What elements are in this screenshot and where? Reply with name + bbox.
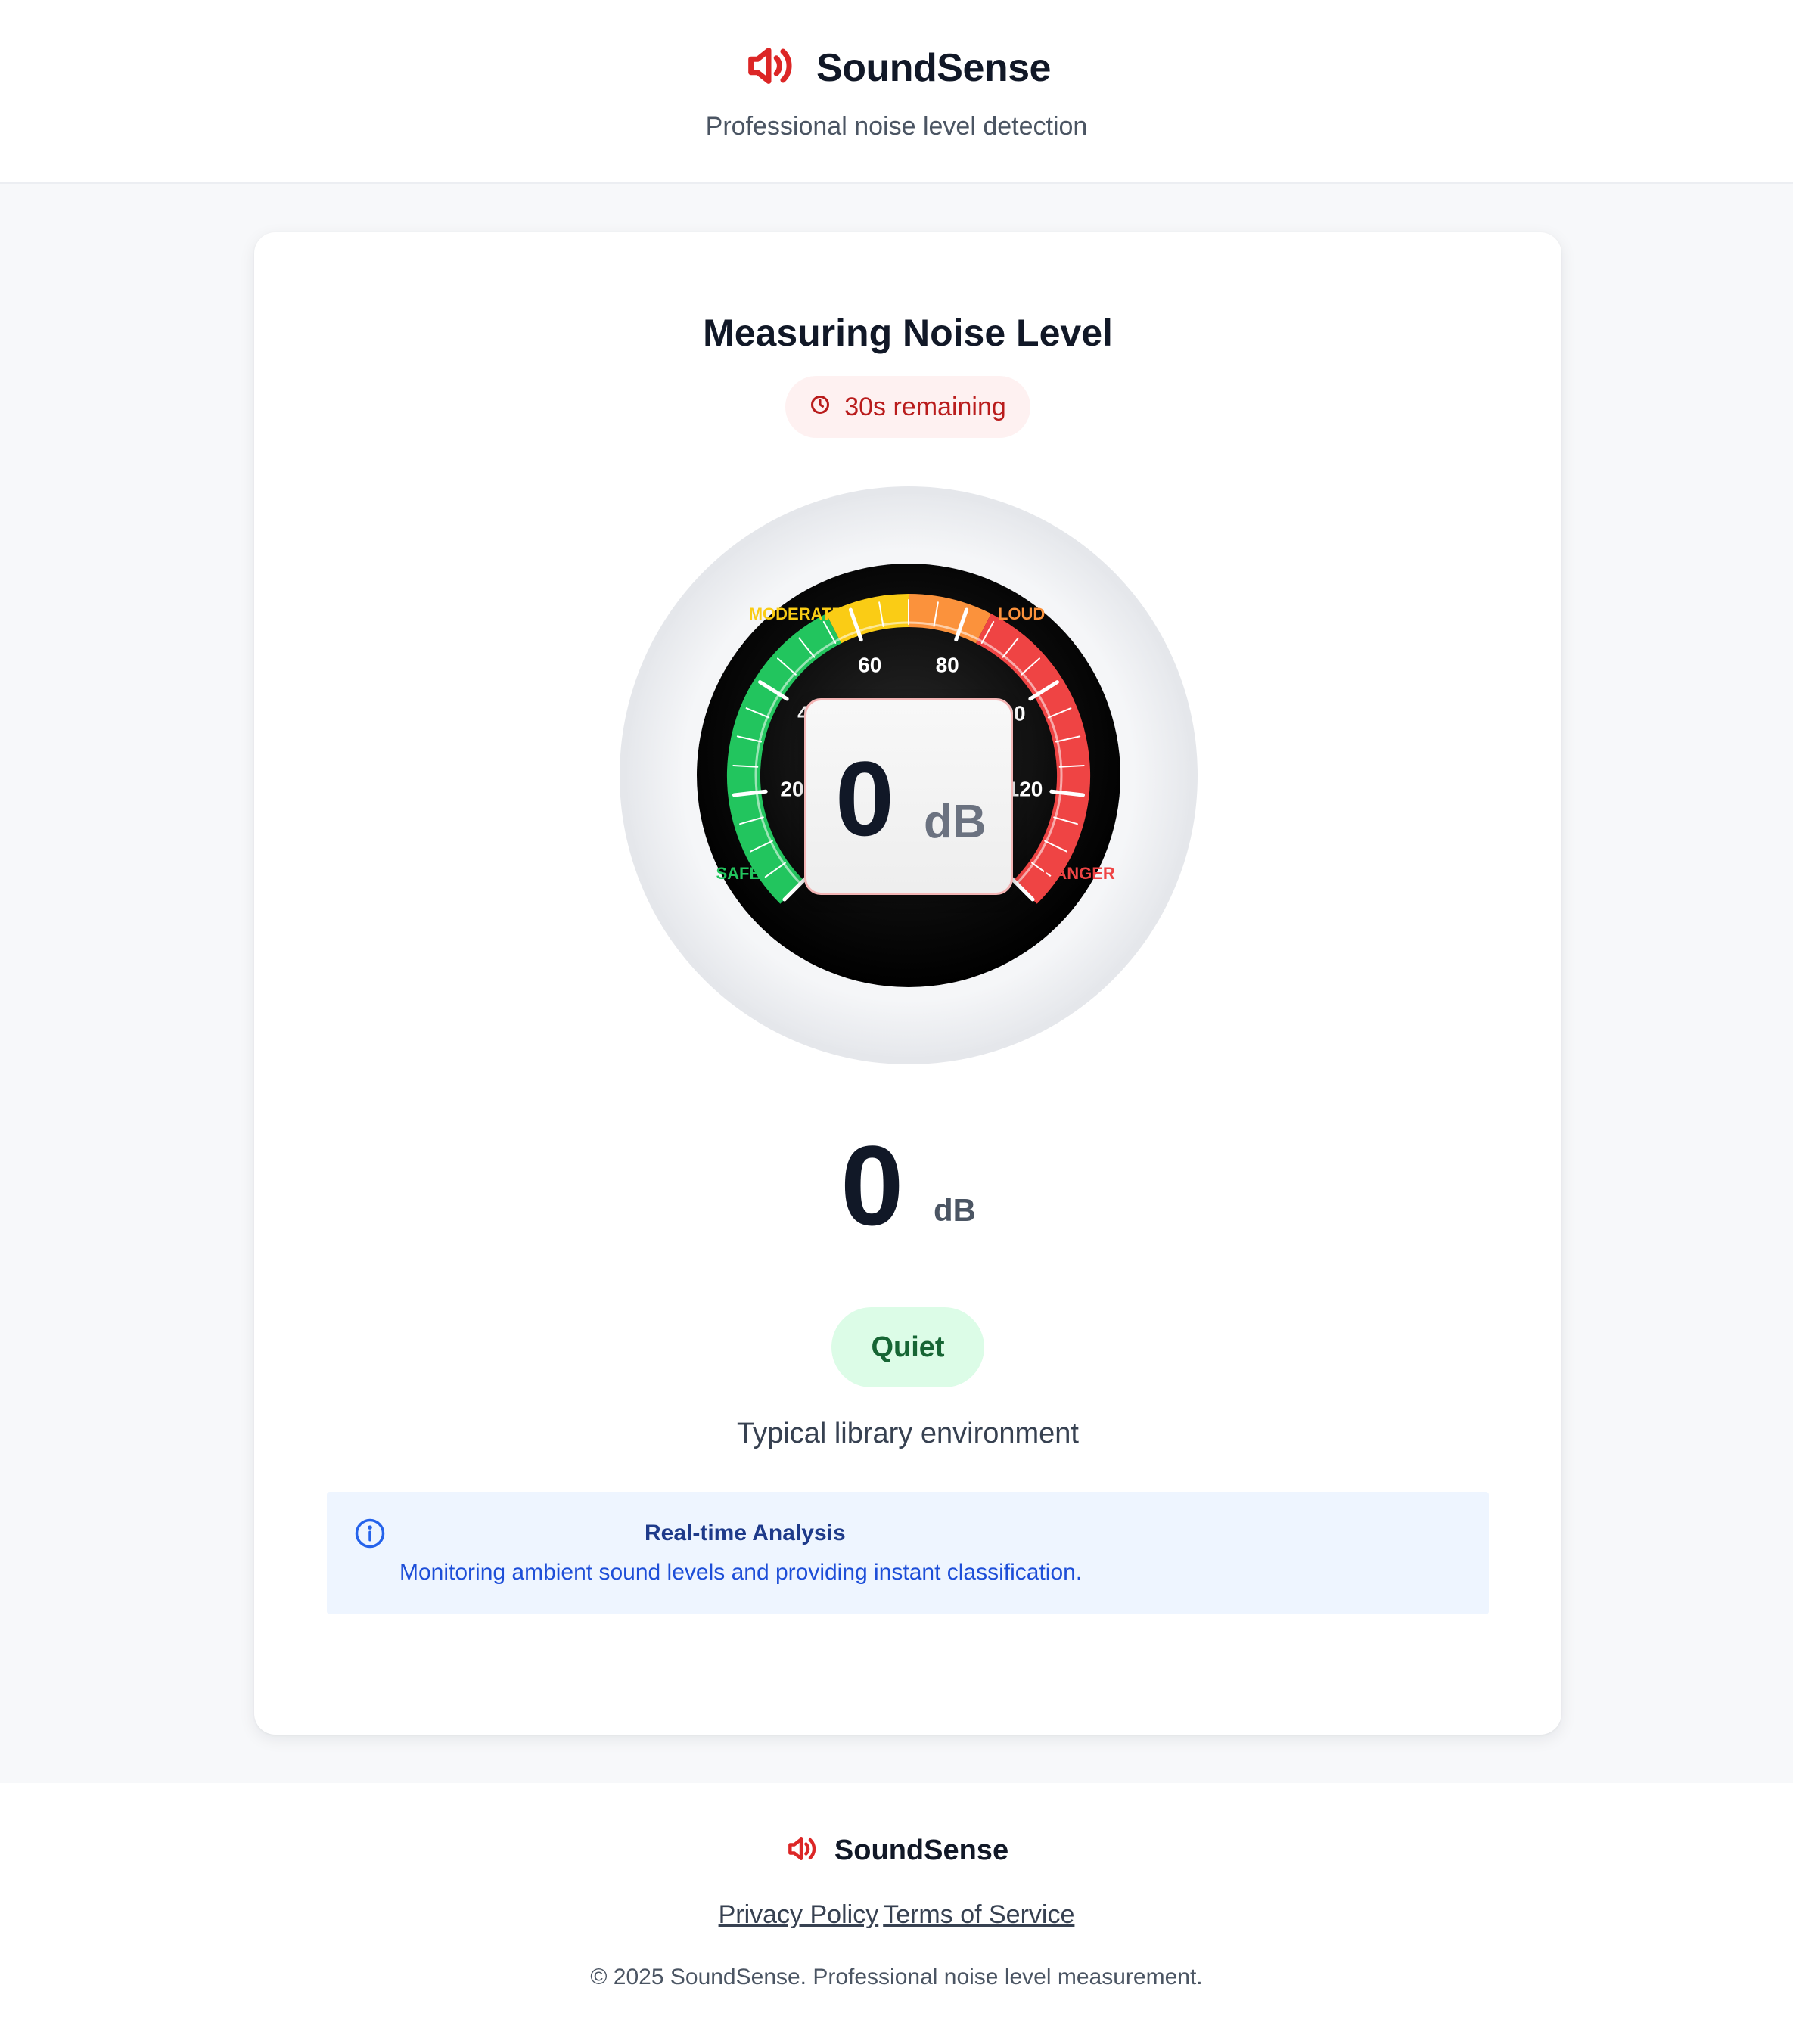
gauge-zone-label: LOUD xyxy=(998,604,1045,623)
footer-brand-name: SoundSense xyxy=(834,1834,1009,1866)
gauge-zone-label: SAFE xyxy=(716,864,760,883)
speaker-wave-icon xyxy=(742,39,795,96)
timer-text: 30s remaining xyxy=(844,392,1006,421)
gauge-tick-label: 80 xyxy=(936,654,959,677)
footer-links: Privacy Policy Terms of Service xyxy=(0,1900,1793,1930)
brand-name: SoundSense xyxy=(816,45,1051,90)
status-badge: Quiet xyxy=(831,1307,984,1387)
noise-gauge: 20406080100120SAFEMODERATELOUDDANGER 0 d… xyxy=(617,484,1200,1067)
gauge-tick-label: 60 xyxy=(858,654,881,677)
info-text: Monitoring ambient sound levels and prov… xyxy=(399,1560,1083,1585)
reading: 0 dB xyxy=(254,1125,1561,1246)
info-title: Real-time Analysis xyxy=(645,1521,846,1545)
gauge-readout: 0 dB xyxy=(804,698,1013,895)
site-footer: SoundSense Privacy Policy Terms of Servi… xyxy=(0,1783,1793,2044)
privacy-policy-link[interactable]: Privacy Policy xyxy=(719,1900,879,1930)
terms-of-service-link[interactable]: Terms of Service xyxy=(883,1900,1074,1930)
speaker-wave-icon xyxy=(785,1832,818,1869)
info-circle-icon xyxy=(354,1517,386,1549)
site-header: SoundSense Professional noise level dete… xyxy=(0,0,1793,184)
card-title: Measuring Noise Level xyxy=(703,312,1113,354)
gauge-zone-label: DANGER xyxy=(1043,864,1114,883)
clock-icon xyxy=(809,393,831,422)
reading-value: 0 xyxy=(841,1122,904,1249)
gauge-zone-label: MODERATE xyxy=(749,604,843,623)
gauge-zone-loud xyxy=(908,594,991,644)
copyright: © 2025 SoundSense. Professional noise le… xyxy=(590,1965,1203,1990)
status-description: Typical library environment xyxy=(737,1418,1079,1449)
info-box: Real-time Analysis Monitoring ambient so… xyxy=(327,1492,1489,1614)
gauge-zone-moderate xyxy=(826,594,909,644)
brand[interactable]: SoundSense xyxy=(0,39,1793,96)
footer-brand[interactable]: SoundSense xyxy=(0,1832,1793,1869)
gauge-tick-label: 20 xyxy=(780,777,803,800)
tagline: Professional noise level detection xyxy=(705,112,1088,141)
measurement-card: Measuring Noise Level 30s remaining 20 6… xyxy=(254,232,1561,1735)
gauge-readout-value: 0 xyxy=(835,739,894,858)
timer-badge: 30s remaining xyxy=(785,376,1030,438)
gauge-readout-unit: dB xyxy=(924,796,987,848)
reading-unit: dB xyxy=(934,1192,976,1228)
